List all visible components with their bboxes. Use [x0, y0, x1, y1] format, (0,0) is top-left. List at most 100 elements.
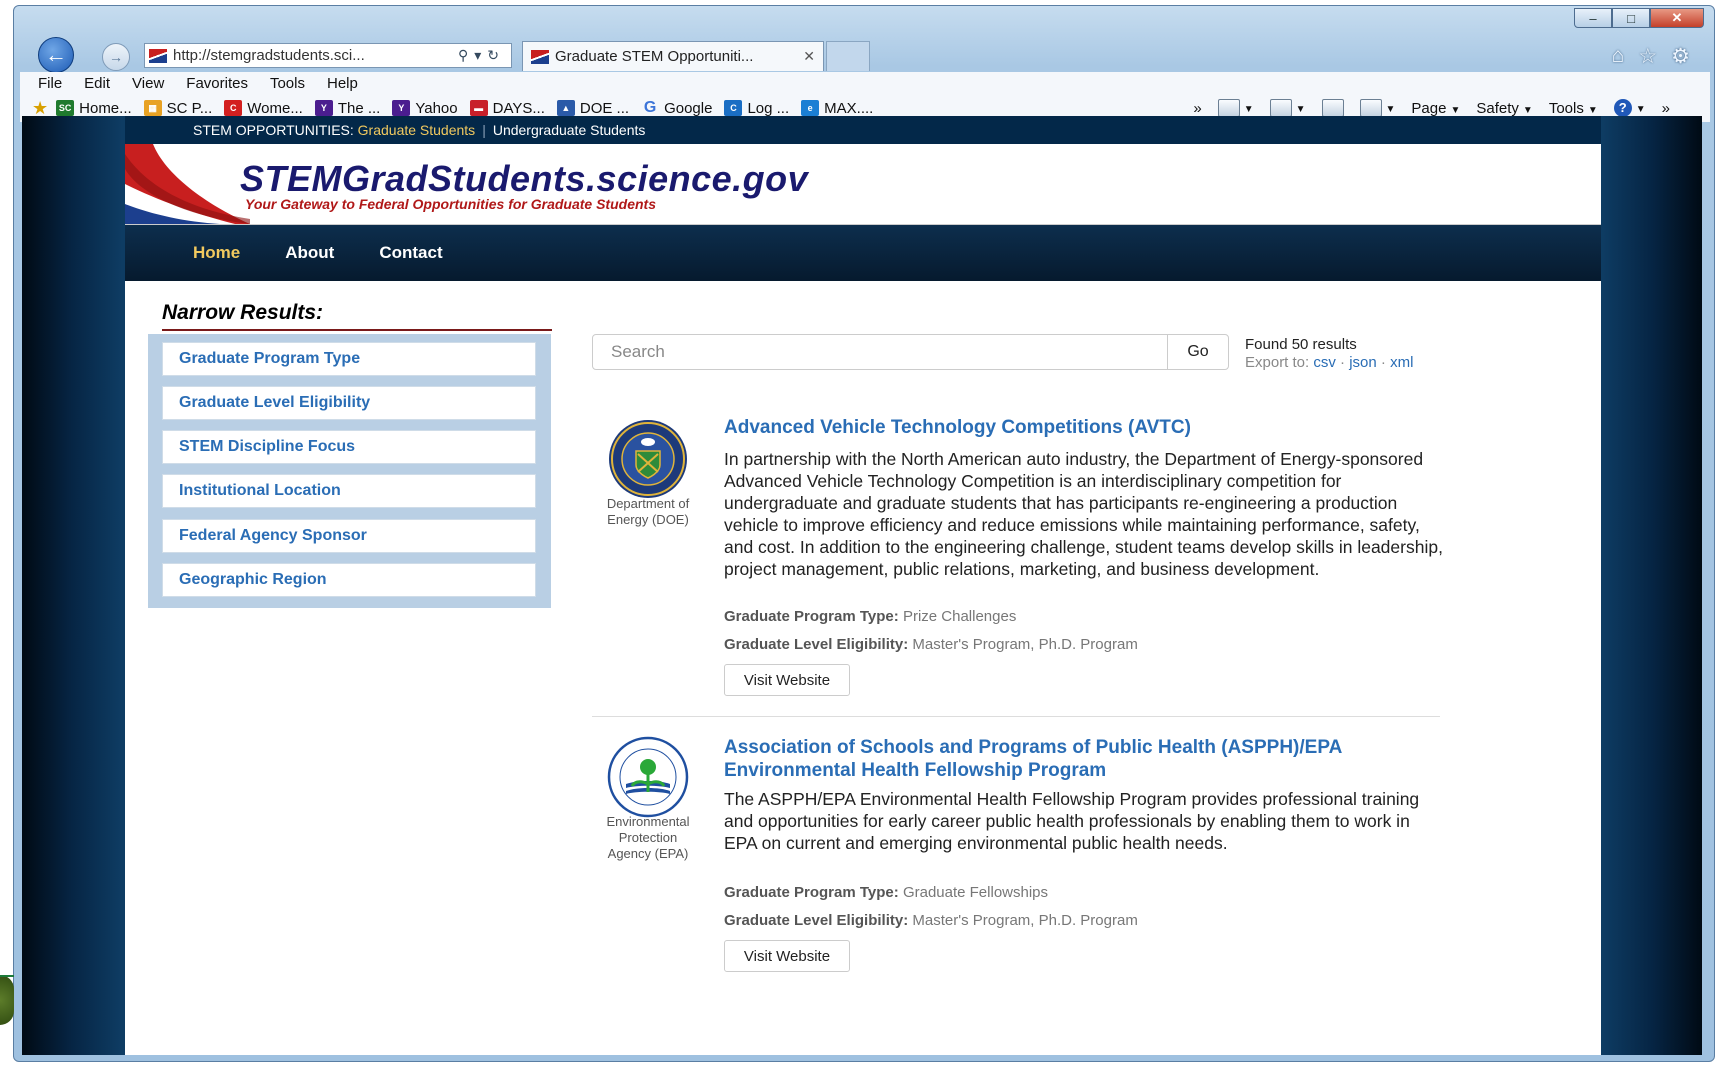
export-json-link[interactable]: json [1349, 354, 1377, 371]
facet-graduate-program-type[interactable]: Graduate Program Type [162, 342, 536, 376]
undergraduate-students-link[interactable]: Undergraduate Students [493, 122, 646, 138]
favorites-star-icon[interactable]: ☆ [1638, 44, 1657, 69]
home-icon[interactable]: ⌂ [1612, 44, 1625, 69]
favorite-link[interactable]: e MAX.... [801, 100, 873, 117]
news-icon: ▬ [469, 100, 488, 116]
favorite-link[interactable]: C Log ... [724, 100, 789, 117]
maximize-button[interactable]: □ [1612, 8, 1650, 28]
gear-icon[interactable]: ⚙ [1671, 44, 1690, 69]
help-menu[interactable]: ? ▼ [1613, 99, 1646, 117]
browser-right-icons: ⌂ ☆ ⚙ [1612, 44, 1690, 69]
address-bar[interactable]: http://stemgradstudents.sci... ⚲▾↻ [144, 43, 512, 68]
close-button[interactable]: ✕ [1650, 8, 1704, 28]
export-xml-link[interactable]: xml [1390, 354, 1413, 371]
more-chevron-icon[interactable]: » [1193, 100, 1201, 117]
facet-institutional-location[interactable]: Institutional Location [162, 474, 536, 508]
result-title-link[interactable]: Advanced Vehicle Technology Competitions… [724, 416, 1424, 439]
favorite-link[interactable]: ▲ DOE ... [556, 100, 629, 117]
tab-favicon-icon [531, 49, 549, 64]
site-title[interactable]: STEMGradStudents.science.gov [240, 158, 808, 200]
favorite-link[interactable]: SC Home... [56, 100, 132, 117]
menu-help[interactable]: Help [327, 75, 358, 92]
result-item: Environmental Protection Agency (EPA) As… [592, 734, 1442, 1055]
favorite-link[interactable]: Y The ... [314, 100, 380, 117]
separator-dot: · [1340, 354, 1346, 371]
heading-rule [162, 329, 552, 331]
search-input[interactable] [592, 334, 1168, 370]
doe-icon: ▲ [556, 100, 575, 116]
arrow-left-icon: ← [45, 42, 67, 67]
tools-menu[interactable]: Tools ▼ [1549, 100, 1598, 117]
visit-website-button[interactable]: Visit Website [724, 940, 850, 972]
result-title-link[interactable]: Association of Schools and Programs of P… [724, 736, 1424, 782]
site-tagline: Your Gateway to Federal Opportunities fo… [245, 196, 656, 212]
menu-favorites[interactable]: Favorites [186, 75, 248, 92]
desktop-edge-decoration [0, 975, 14, 1025]
browser-tab-active[interactable]: Graduate STEM Opportuniti... ✕ [522, 41, 824, 71]
nav-about[interactable]: About [285, 243, 334, 263]
print-command[interactable]: ▼ [1359, 99, 1395, 118]
ie-page-icon: e [801, 100, 820, 116]
result-program-type: Graduate Program Type: Prize Challenges [724, 608, 1017, 625]
site-favicon-icon [149, 48, 167, 63]
page-viewport: STEM OPPORTUNITIES: Graduate Students | … [22, 116, 1702, 1055]
safety-menu[interactable]: Safety ▼ [1476, 100, 1532, 117]
menu-edit[interactable]: Edit [84, 75, 110, 92]
site-page: STEM OPPORTUNITIES: Graduate Students | … [125, 116, 1601, 1055]
search-refresh-icons[interactable]: ⚲▾↻ [452, 47, 511, 64]
export-links: Export to: csv · json · xml [1245, 354, 1413, 371]
result-item: Department of Energy (DOE) Advanced Vehi… [592, 414, 1443, 704]
feeds-command[interactable]: ▼ [1269, 99, 1306, 118]
result-program-type: Graduate Program Type: Graduate Fellowsh… [724, 884, 1049, 901]
narrow-results-heading: Narrow Results: [162, 301, 324, 324]
agency-name: Environmental Protection Agency (EPA) [606, 814, 690, 861]
minimize-button[interactable]: – [1574, 8, 1612, 28]
print-icon [1359, 99, 1382, 118]
browser-nav-row: ← → http://stemgradstudents.sci... ⚲▾↻ G… [24, 34, 1704, 76]
address-url[interactable]: http://stemgradstudents.sci... [173, 47, 452, 64]
export-label: Export to: [1245, 354, 1310, 371]
mail-icon [1321, 99, 1344, 118]
menu-tools[interactable]: Tools [270, 75, 305, 92]
favorite-link[interactable]: G Google [641, 100, 713, 117]
doe-seal-icon [609, 420, 687, 498]
visit-website-button[interactable]: Visit Website [724, 664, 850, 696]
separator-dot: · [1380, 354, 1386, 371]
export-csv-link[interactable]: csv [1313, 354, 1336, 371]
site-banner: STEMGradStudents.science.gov Your Gatewa… [125, 144, 1601, 225]
forward-button[interactable]: → [102, 43, 130, 71]
favorite-link[interactable]: ▦ SC P... [143, 100, 212, 117]
facet-geographic-region[interactable]: Geographic Region [162, 563, 536, 597]
back-button[interactable]: ← [38, 37, 74, 73]
menu-view[interactable]: View [132, 75, 164, 92]
graduate-students-link[interactable]: Graduate Students [358, 122, 476, 138]
go-button[interactable]: Go [1167, 334, 1229, 370]
menu-file[interactable]: File [38, 75, 62, 92]
tab-close-icon[interactable]: ✕ [803, 48, 815, 65]
facet-stem-discipline-focus[interactable]: STEM Discipline Focus [162, 430, 536, 464]
page-menu[interactable]: Page ▼ [1411, 100, 1460, 117]
result-description: The ASPPH/EPA Environmental Health Fello… [724, 789, 1420, 853]
home-command[interactable]: ▼ [1217, 99, 1254, 118]
more-chevron-icon[interactable]: » [1662, 100, 1670, 117]
nav-home[interactable]: Home [193, 243, 240, 263]
new-tab-button[interactable] [826, 41, 870, 71]
rss-icon [1269, 99, 1292, 118]
tab-title: Graduate STEM Opportuniti... [555, 48, 754, 65]
facet-federal-agency-sponsor[interactable]: Federal Agency Sponsor [162, 519, 536, 553]
yahoo-icon: Y [392, 100, 411, 116]
epa-seal-icon [607, 736, 689, 818]
results-count: Found 50 results [1245, 336, 1357, 353]
favorite-link[interactable]: ▬ DAYS... [469, 100, 545, 117]
favorite-link[interactable]: C Wome... [224, 100, 303, 117]
mail-command[interactable] [1321, 99, 1344, 118]
facet-graduate-level-eligibility[interactable]: Graduate Level Eligibility [162, 386, 536, 420]
log-icon: C [724, 100, 743, 116]
result-divider [592, 716, 1440, 717]
separator: | [482, 122, 486, 138]
sc-folder-icon: ▦ [143, 100, 162, 116]
arrow-right-icon: → [109, 49, 123, 65]
yahoo-icon: Y [314, 100, 333, 116]
nav-contact[interactable]: Contact [379, 243, 442, 263]
favorite-link[interactable]: Y Yahoo [392, 100, 458, 117]
